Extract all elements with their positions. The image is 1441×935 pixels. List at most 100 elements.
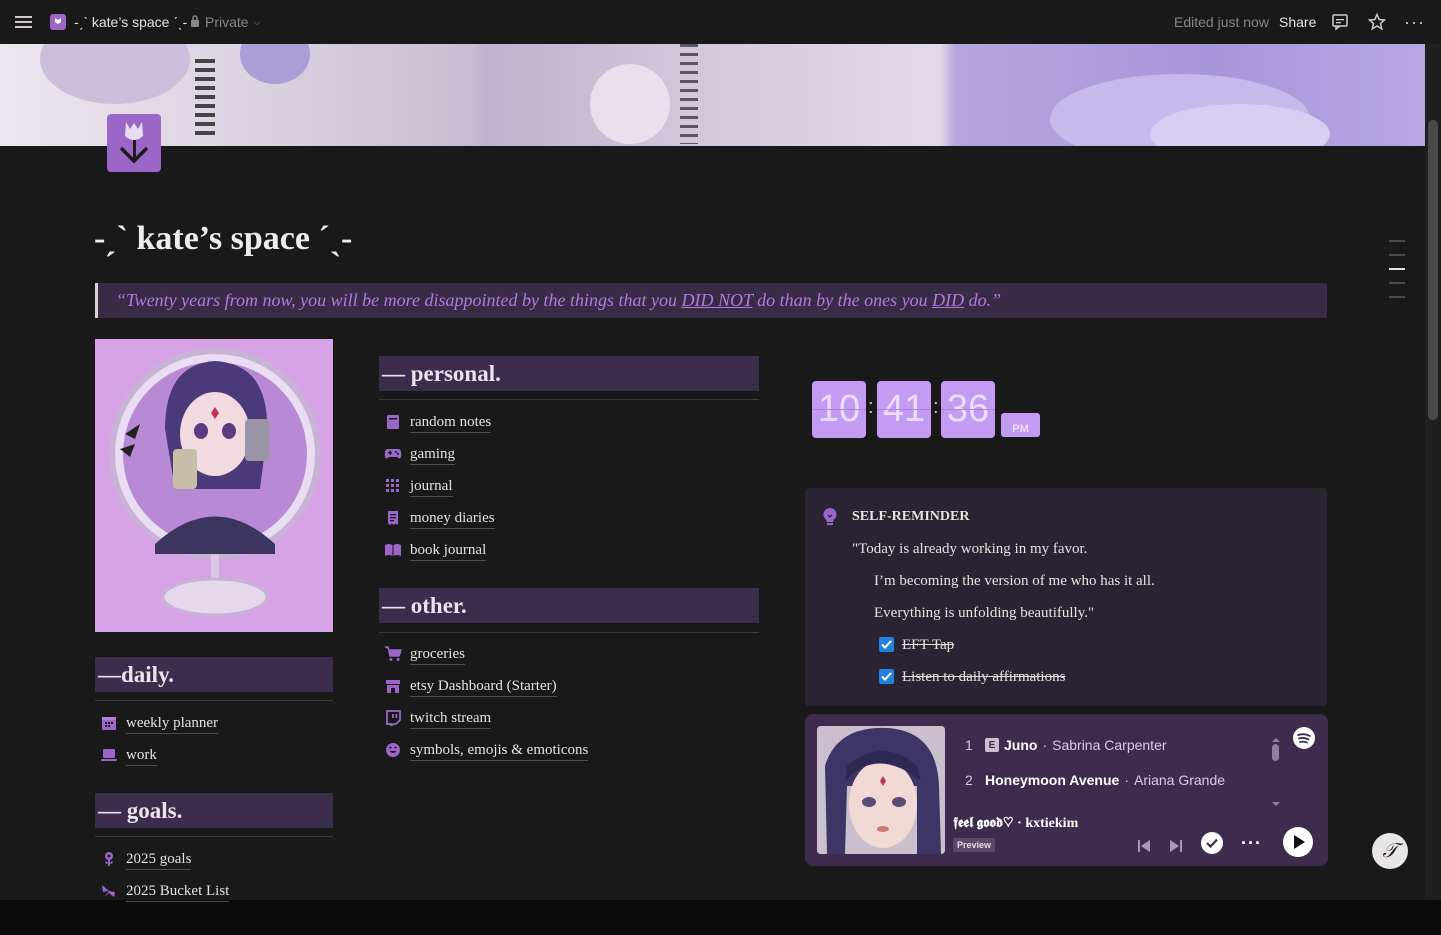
- more-icon[interactable]: ···: [1404, 0, 1425, 44]
- saved-check-icon[interactable]: [1200, 831, 1224, 860]
- todo-checkbox[interactable]: [879, 637, 894, 652]
- nav-item-work[interactable]: work: [100, 743, 157, 767]
- laptop-icon: [100, 746, 118, 764]
- quote-part: do than by the ones you: [752, 290, 933, 310]
- callout-line: Everything is unfolding beautifully.": [874, 605, 1095, 621]
- separator: ·: [1042, 737, 1048, 753]
- clock-separator: :: [933, 396, 939, 418]
- nav-item-gaming[interactable]: gaming: [384, 442, 455, 466]
- other-heading[interactable]: — other.: [379, 588, 759, 623]
- track-number: 1: [965, 737, 973, 753]
- bottom-bar: [0, 900, 1441, 935]
- cart-icon: [384, 645, 402, 663]
- share-button[interactable]: Share: [1279, 0, 1316, 44]
- nav-item-groceries[interactable]: groceries: [384, 642, 465, 666]
- track-title: Juno: [1004, 737, 1038, 753]
- quote-emphasis: DID: [932, 290, 965, 310]
- tulip-icon[interactable]: [107, 114, 161, 172]
- avatar-image[interactable]: [95, 339, 333, 632]
- track-row[interactable]: 2 Honeymoon Avenue · Ariana Grande: [965, 772, 1225, 788]
- previous-track-icon[interactable]: [1136, 838, 1152, 859]
- spotify-logo-icon[interactable]: [1292, 726, 1316, 755]
- nav-item-label: 2025 Bucket List: [126, 881, 230, 902]
- nav-item-label: journal: [410, 476, 453, 497]
- cover-image[interactable]: [0, 44, 1425, 146]
- grid-icon: [384, 477, 402, 495]
- toc-marker-active[interactable]: [1389, 268, 1405, 270]
- twitch-icon: [384, 709, 402, 727]
- toc-marker[interactable]: [1389, 240, 1405, 242]
- nav-item-label: groceries: [410, 644, 465, 665]
- privacy-dropdown[interactable]: Private ⌵: [190, 0, 260, 44]
- playlist-name[interactable]: 𝖋𝖊𝖊𝖑 𝖌𝖔𝖔𝖉♡ · kxtiekim: [953, 816, 1078, 832]
- preview-badge: Preview: [953, 838, 996, 852]
- ai-assistant-icon[interactable]: 𝒯: [1372, 833, 1408, 869]
- star-icon[interactable]: [1368, 0, 1386, 44]
- track-list-scroll-down-icon[interactable]: [1271, 794, 1281, 812]
- clock-seconds: 36: [941, 381, 995, 438]
- callout-line: I’m becoming the version of me who has i…: [874, 573, 1155, 589]
- store-icon: [384, 677, 402, 695]
- nav-item-label: twitch stream: [410, 708, 492, 729]
- next-track-icon[interactable]: [1168, 838, 1184, 859]
- quote-text: “Twenty years from now, you will be more…: [116, 283, 1001, 318]
- breadcrumb-page-title[interactable]: -ˏˋ kate’s space ˊˎ-: [74, 0, 187, 44]
- goals-heading[interactable]: — goals.: [95, 793, 333, 828]
- daily-heading[interactable]: —daily.: [95, 657, 333, 692]
- track-title: Honeymoon Avenue: [985, 772, 1120, 788]
- page-title[interactable]: -ˏˋ kate’s space ˊˎ-: [94, 220, 352, 258]
- play-button[interactable]: [1283, 827, 1313, 862]
- callout-heading: SELF-REMINDER: [852, 509, 970, 524]
- lock-icon: [190, 14, 200, 30]
- butterfly-icon: [100, 882, 118, 900]
- spotify-embed[interactable]: 1 E Juno · Sabrina Carpenter 2 Honeymoon…: [805, 714, 1328, 866]
- divider: [379, 399, 759, 400]
- nav-item-twitch-stream[interactable]: twitch stream: [384, 706, 492, 730]
- playlist-cover-image[interactable]: [817, 726, 945, 854]
- quote-block[interactable]: “Twenty years from now, you will be more…: [95, 283, 1327, 318]
- nav-item-weekly-planner[interactable]: weekly planner: [100, 711, 219, 735]
- smiley-icon: [384, 741, 402, 759]
- nav-item-label: weekly planner: [126, 713, 219, 734]
- self-reminder-callout[interactable]: SELF-REMINDER "Today is already working …: [805, 488, 1327, 706]
- nav-item-label: work: [126, 745, 157, 766]
- scrollbar-thumb[interactable]: [1428, 120, 1438, 420]
- more-options-icon[interactable]: ···: [1241, 833, 1262, 854]
- separator: ·: [1124, 772, 1129, 788]
- nav-item-label: gaming: [410, 444, 455, 465]
- page-icon-small[interactable]: [50, 0, 66, 44]
- nav-item-symbols-emojis[interactable]: symbols, emojis & emoticons: [384, 738, 589, 762]
- nav-item-etsy-dashboard[interactable]: etsy Dashboard (Starter): [384, 674, 557, 698]
- nav-item-label: symbols, emojis & emoticons: [410, 740, 589, 761]
- toc-marker[interactable]: [1389, 282, 1405, 284]
- clock-ampm: PM: [1001, 413, 1040, 437]
- chevron-down-icon: ⌵: [253, 16, 261, 27]
- toc-marker[interactable]: [1389, 254, 1405, 256]
- explicit-badge: E: [985, 738, 999, 752]
- nav-item-book-journal[interactable]: book journal: [384, 538, 487, 562]
- comments-icon[interactable]: [1331, 0, 1349, 44]
- clock-separator: :: [868, 396, 874, 418]
- nav-item-journal[interactable]: journal: [384, 474, 453, 498]
- nav-item-2025-goals[interactable]: 2025 goals: [100, 847, 192, 871]
- track-artist: Sabrina Carpenter: [1052, 737, 1167, 753]
- nav-item-label: book journal: [410, 540, 487, 561]
- divider: [379, 632, 759, 633]
- nav-item-label: etsy Dashboard (Starter): [410, 676, 557, 697]
- play-icon: [1283, 827, 1313, 857]
- todo-checkbox[interactable]: [879, 669, 894, 684]
- track-list-scrollbar[interactable]: [1272, 744, 1279, 761]
- personal-heading[interactable]: — personal.: [379, 356, 759, 391]
- nav-item-random-notes[interactable]: random notes: [384, 410, 492, 434]
- book-icon: [384, 541, 402, 559]
- nav-item-money-diaries[interactable]: money diaries: [384, 506, 495, 530]
- todo-label: EFT Tap: [902, 637, 955, 653]
- toc-marker[interactable]: [1389, 296, 1405, 298]
- clock-minutes: 41: [877, 381, 931, 438]
- checkmark-icon: [881, 672, 892, 681]
- track-row[interactable]: 1 E Juno · Sabrina Carpenter: [965, 737, 1167, 753]
- track-artist: Ariana Grande: [1133, 772, 1226, 788]
- privacy-label: Private: [205, 14, 249, 30]
- nav-item-2025-bucket-list[interactable]: 2025 Bucket List: [100, 879, 230, 903]
- menu-icon[interactable]: [14, 0, 34, 44]
